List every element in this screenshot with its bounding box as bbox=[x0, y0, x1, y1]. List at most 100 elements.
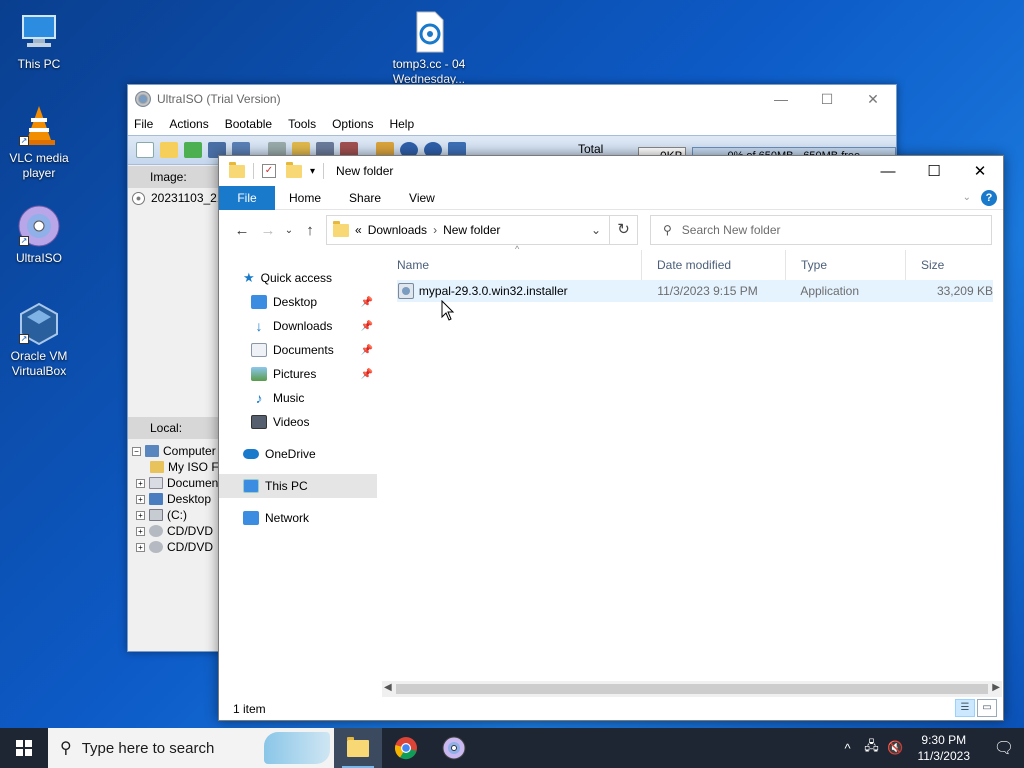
file-type: Application bbox=[800, 284, 860, 298]
tree-label: (C:) bbox=[167, 508, 187, 522]
network-icon[interactable]: 🖧 bbox=[862, 737, 882, 759]
network-icon bbox=[243, 511, 259, 525]
notification-icon[interactable]: 🗨 bbox=[984, 738, 1024, 758]
column-name[interactable]: Name bbox=[382, 250, 642, 280]
tree-item-documents[interactable]: + Documen bbox=[132, 475, 221, 491]
scroll-right-icon[interactable]: ▶ bbox=[992, 682, 1000, 693]
recent-locations-icon[interactable]: ⌄ bbox=[281, 225, 297, 236]
clock[interactable]: 9:30 PM 11/3/2023 bbox=[918, 732, 971, 764]
explorer-window[interactable]: ✓ ▾ New folder — ☐ ✕ File Home Share Vie… bbox=[218, 155, 1004, 721]
details-view-icon[interactable]: ☰ bbox=[955, 699, 975, 717]
column-date-modified[interactable]: Date modified bbox=[642, 250, 786, 280]
pin-icon[interactable]: 📌 bbox=[361, 369, 373, 380]
expand-icon[interactable]: + bbox=[136, 494, 145, 504]
large-icons-view-icon[interactable]: ▭ bbox=[977, 699, 997, 717]
column-size[interactable]: Size bbox=[906, 250, 986, 280]
horizontal-scrollbar[interactable]: ◀ ▶ bbox=[382, 681, 1002, 697]
taskbar-ultraiso[interactable] bbox=[430, 728, 478, 768]
column-type[interactable]: Type bbox=[786, 250, 906, 280]
menu-actions[interactable]: Actions bbox=[169, 117, 208, 131]
pin-icon[interactable]: 📌 bbox=[361, 321, 373, 332]
maximize-button[interactable]: ☐ bbox=[804, 91, 850, 108]
file-row[interactable]: mypal-29.3.0.win32.installer 11/3/2023 9… bbox=[397, 280, 993, 302]
nav-onedrive[interactable]: OneDrive bbox=[219, 442, 377, 466]
nav-quick-access[interactable]: ★ Quick access bbox=[219, 266, 377, 290]
desktop-icon-vlc[interactable]: ↗ VLC media player bbox=[1, 104, 77, 181]
expand-icon[interactable]: + bbox=[136, 526, 145, 536]
column-headers: ^ Name Date modified Type Size bbox=[382, 244, 993, 280]
breadcrumb-new-folder[interactable]: New folder bbox=[443, 223, 500, 237]
menu-bootable[interactable]: Bootable bbox=[225, 117, 272, 131]
nav-this-pc[interactable]: This PC bbox=[219, 474, 377, 498]
nav-music[interactable]: ♪ Music bbox=[219, 386, 377, 410]
iso-image-item[interactable]: 20231103_21 bbox=[132, 191, 224, 205]
taskbar-search[interactable]: ⚲ Type here to search bbox=[48, 728, 334, 768]
close-button[interactable]: ✕ bbox=[957, 156, 1003, 186]
file-list: ^ Name Date modified Type Size mypal-29.… bbox=[382, 244, 993, 302]
tree-item-my-iso[interactable]: My ISO Fi bbox=[132, 459, 221, 475]
address-overflow[interactable]: « bbox=[355, 223, 362, 237]
menu-help[interactable]: Help bbox=[389, 117, 414, 131]
nav-downloads[interactable]: ↓ Downloads 📌 bbox=[219, 314, 377, 338]
desktop-icon-virtualbox[interactable]: ↗ Oracle VM VirtualBox bbox=[1, 302, 77, 379]
tab-share[interactable]: Share bbox=[335, 186, 395, 210]
minimize-button[interactable]: — bbox=[758, 91, 804, 108]
scroll-thumb[interactable] bbox=[396, 684, 988, 694]
new-folder-icon[interactable] bbox=[286, 161, 302, 178]
properties-check-icon[interactable]: ✓ bbox=[262, 164, 276, 178]
expand-icon[interactable]: + bbox=[136, 542, 145, 552]
collapse-icon[interactable]: − bbox=[132, 446, 141, 456]
explorer-titlebar[interactable]: ✓ ▾ New folder — ☐ ✕ bbox=[219, 156, 1003, 186]
search-input[interactable]: ⚲ Search New folder bbox=[650, 215, 992, 245]
scroll-left-icon[interactable]: ◀ bbox=[384, 682, 392, 693]
chevron-right-icon[interactable]: › bbox=[433, 223, 437, 237]
open-icon[interactable] bbox=[160, 142, 178, 158]
pictures-icon bbox=[251, 367, 267, 381]
start-button[interactable] bbox=[0, 728, 48, 768]
tab-file[interactable]: File bbox=[219, 185, 275, 210]
expand-icon[interactable]: + bbox=[136, 478, 145, 488]
desktop-icon-ultraiso[interactable]: ↗ UltraISO bbox=[1, 204, 77, 266]
chevron-down-icon[interactable]: ⌄ bbox=[591, 223, 601, 237]
menu-options[interactable]: Options bbox=[332, 117, 373, 131]
expand-icon[interactable]: + bbox=[136, 510, 145, 520]
forward-button[interactable]: → bbox=[255, 222, 281, 239]
ultraiso-titlebar[interactable]: UltraISO (Trial Version) — ☐ ✕ bbox=[128, 85, 896, 113]
expand-ribbon-icon[interactable]: ⌄ bbox=[963, 192, 971, 203]
desktop-icon-tomp3[interactable]: tomp3.cc - 04 Wednesday... bbox=[391, 10, 467, 85]
taskbar-chrome[interactable] bbox=[382, 728, 430, 768]
desktop-icon-this-pc[interactable]: This PC bbox=[1, 10, 77, 72]
tree-item-cd-dvd-2[interactable]: + CD/DVD bbox=[132, 539, 221, 555]
nav-label: Downloads bbox=[273, 319, 333, 333]
pin-icon[interactable]: 📌 bbox=[361, 345, 373, 356]
tree-item-c-drive[interactable]: + (C:) bbox=[132, 507, 221, 523]
refresh-button[interactable]: ↻ bbox=[610, 215, 638, 245]
pin-icon[interactable]: 📌 bbox=[361, 297, 373, 308]
new-icon[interactable] bbox=[136, 142, 154, 158]
taskbar-file-explorer[interactable] bbox=[334, 728, 382, 768]
tree-item-desktop[interactable]: + Desktop bbox=[132, 491, 221, 507]
close-button[interactable]: ✕ bbox=[850, 91, 896, 108]
maximize-button[interactable]: ☐ bbox=[911, 156, 957, 186]
menu-tools[interactable]: Tools bbox=[288, 117, 316, 131]
menu-file[interactable]: File bbox=[134, 117, 153, 131]
extract-icon[interactable] bbox=[184, 142, 202, 158]
nav-desktop[interactable]: Desktop 📌 bbox=[219, 290, 377, 314]
nav-pictures[interactable]: Pictures 📌 bbox=[219, 362, 377, 386]
tree-item-computer[interactable]: − Computer bbox=[132, 443, 221, 459]
breadcrumb-downloads[interactable]: Downloads bbox=[368, 223, 427, 237]
chevron-up-icon[interactable]: ^ bbox=[838, 741, 858, 756]
nav-network[interactable]: Network bbox=[219, 506, 377, 530]
tree-item-cd-dvd-1[interactable]: + CD/DVD bbox=[132, 523, 221, 539]
nav-videos[interactable]: Videos bbox=[219, 410, 377, 434]
nav-documents[interactable]: Documents 📌 bbox=[219, 338, 377, 362]
tab-home[interactable]: Home bbox=[275, 186, 335, 210]
minimize-button[interactable]: — bbox=[865, 156, 911, 186]
help-button[interactable]: ? bbox=[981, 189, 997, 206]
customize-toolbar-icon[interactable]: ▾ bbox=[310, 166, 315, 177]
up-button[interactable]: ↑ bbox=[297, 222, 323, 239]
tab-view[interactable]: View bbox=[395, 186, 449, 210]
volume-muted-icon[interactable]: 🔇 bbox=[886, 740, 906, 756]
address-bar[interactable]: « Downloads › New folder ⌄ bbox=[326, 215, 610, 245]
back-button[interactable]: ← bbox=[229, 222, 255, 239]
